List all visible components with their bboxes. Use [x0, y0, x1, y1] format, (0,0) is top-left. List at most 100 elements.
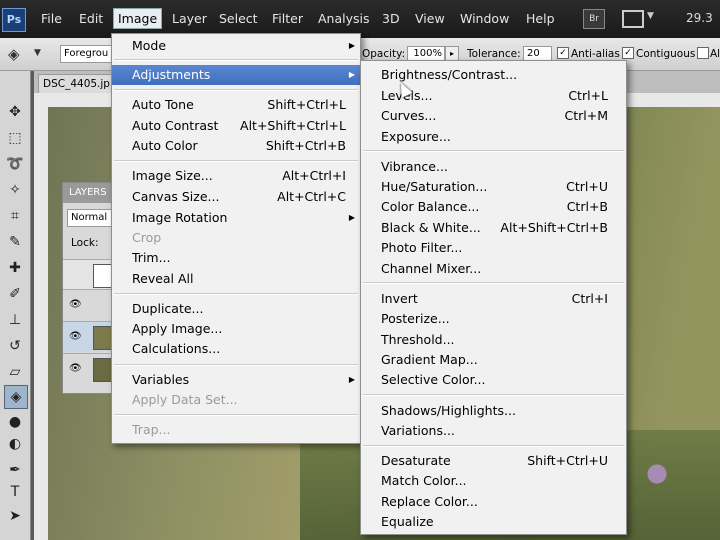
menu-item-exposure[interactable]: Exposure...	[361, 127, 626, 147]
eye-icon[interactable]: 👁	[69, 363, 82, 374]
menu-item-label: Apply Data Set...	[132, 392, 238, 407]
menu-view[interactable]: View	[415, 11, 445, 26]
menu-separator	[114, 364, 358, 366]
pen-tool-icon[interactable]: ✒	[4, 459, 26, 481]
menu-item-desaturate[interactable]: Desaturate Shift+Ctrl+U	[361, 451, 626, 471]
menu-3d[interactable]: 3D	[382, 11, 400, 26]
menu-select[interactable]: Select	[219, 11, 258, 26]
menu-item-photo-filter[interactable]: Photo Filter...	[361, 238, 626, 258]
menu-item-replace-color[interactable]: Replace Color...	[361, 492, 626, 512]
menu-item-apply-data-set: Apply Data Set...	[112, 390, 360, 410]
menu-item-invert[interactable]: Invert Ctrl+I	[361, 289, 626, 309]
paint-bucket-icon[interactable]: ◈	[8, 45, 28, 63]
menu-analysis[interactable]: Analysis	[318, 11, 370, 26]
menu-item-label: Variables	[132, 372, 190, 387]
menu-item-color-balance[interactable]: Color Balance... Ctrl+B	[361, 197, 626, 217]
menu-item-posterize[interactable]: Posterize...	[361, 309, 626, 329]
menu-window[interactable]: Window	[460, 11, 509, 26]
menu-item-shortcut: Ctrl+U	[566, 179, 608, 194]
menu-separator	[114, 293, 358, 295]
eye-icon[interactable]: 👁	[69, 299, 82, 310]
menu-item-canvas-size[interactable]: Canvas Size... Alt+Ctrl+C	[112, 187, 360, 207]
menu-item-equalize[interactable]: Equalize	[361, 512, 626, 532]
menu-item-shortcut: Ctrl+L	[568, 88, 608, 103]
submenu-arrow-icon: ▶	[348, 41, 355, 50]
clone-stamp-icon[interactable]: ⊥	[4, 309, 26, 331]
menu-filter[interactable]: Filter	[272, 11, 303, 26]
menu-item-channel-mixer[interactable]: Channel Mixer...	[361, 259, 626, 279]
menu-item-selective-color[interactable]: Selective Color...	[361, 370, 626, 390]
zoom-readout[interactable]: 29.3	[686, 11, 713, 25]
eye-icon[interactable]: 👁	[69, 331, 82, 342]
marquee-tool-icon[interactable]: ⬚	[4, 127, 26, 149]
menu-help[interactable]: Help	[526, 11, 555, 26]
menu-item-auto-contrast[interactable]: Auto Contrast Alt+Shift+Ctrl+L	[112, 116, 360, 136]
menu-separator	[114, 160, 358, 162]
menu-item-apply-image[interactable]: Apply Image...	[112, 319, 360, 339]
menu-item-trap: Trap...	[112, 420, 360, 440]
eyedropper-icon[interactable]: ✎	[4, 231, 26, 253]
menu-item-image-size[interactable]: Image Size... Alt+Ctrl+I	[112, 166, 360, 186]
opacity-label: Opacity:	[362, 48, 406, 60]
menu-item-shortcut: Shift+Ctrl+L	[267, 97, 346, 112]
contiguous-label: Contiguous	[636, 48, 696, 60]
menu-item-label: Selective Color...	[381, 372, 486, 387]
menu-item-curves[interactable]: Curves... Ctrl+M	[361, 106, 626, 126]
menu-item-label: Threshold...	[381, 332, 455, 347]
move-tool-icon[interactable]: ✥	[4, 101, 26, 123]
menu-edit[interactable]: Edit	[79, 11, 103, 26]
menu-item-auto-tone[interactable]: Auto Tone Shift+Ctrl+L	[112, 95, 360, 115]
anti-alias-label: Anti-alias	[571, 48, 620, 60]
menu-item-variations[interactable]: Variations...	[361, 421, 626, 441]
menu-item-label: Invert	[381, 291, 418, 306]
bridge-button[interactable]: Br	[583, 9, 605, 29]
dodge-tool-icon[interactable]: ◐	[4, 433, 26, 455]
menu-item-label: Trim...	[132, 250, 171, 265]
paint-bucket-tool-icon[interactable]: ◈	[4, 385, 28, 409]
path-selection-icon[interactable]: ➤	[4, 505, 26, 527]
lasso-tool-icon[interactable]: ➰	[4, 153, 26, 175]
menu-item-hue-saturation[interactable]: Hue/Saturation... Ctrl+U	[361, 177, 626, 197]
fill-source-select[interactable]: Foregrou	[60, 45, 117, 63]
menu-item-label: Mode	[132, 38, 167, 53]
menu-layer[interactable]: Layer	[172, 11, 207, 26]
menu-item-label: Image Rotation	[132, 210, 228, 225]
anti-alias-checkbox[interactable]: ✓	[557, 47, 569, 59]
menu-item-adjustments[interactable]: Adjustments ▶	[112, 65, 360, 85]
menu-item-image-rotation[interactable]: Image Rotation ▶	[112, 208, 360, 228]
menu-item-shortcut: Shift+Ctrl+U	[527, 453, 608, 468]
menu-item-shadows-highlights[interactable]: Shadows/Highlights...	[361, 401, 626, 421]
brush-tool-icon[interactable]: ✐	[4, 283, 26, 305]
menu-item-label: Gradient Map...	[381, 352, 478, 367]
eraser-icon[interactable]: ▱	[4, 361, 26, 383]
healing-brush-icon[interactable]: ✚	[4, 257, 26, 279]
menu-item-calculations[interactable]: Calculations...	[112, 339, 360, 359]
menu-file[interactable]: File	[41, 11, 62, 26]
chevron-down-icon[interactable]: ▼	[34, 48, 41, 58]
menu-image[interactable]: Image	[113, 8, 163, 29]
menu-item-black-white[interactable]: Black & White... Alt+Shift+Ctrl+B	[361, 218, 626, 238]
menu-item-trim[interactable]: Trim...	[112, 248, 360, 268]
document-tab[interactable]: DSC_4405.jp	[38, 74, 114, 94]
menu-item-variables[interactable]: Variables ▶	[112, 370, 360, 390]
menu-item-duplicate[interactable]: Duplicate...	[112, 299, 360, 319]
all-layers-checkbox[interactable]	[697, 47, 709, 59]
menu-item-threshold[interactable]: Threshold...	[361, 330, 626, 350]
chevron-down-icon[interactable]: ▼	[647, 11, 654, 21]
menu-item-auto-color[interactable]: Auto Color Shift+Ctrl+B	[112, 136, 360, 156]
history-brush-icon[interactable]: ↺	[4, 335, 26, 357]
menu-item-gradient-map[interactable]: Gradient Map...	[361, 350, 626, 370]
menu-item-reveal-all[interactable]: Reveal All	[112, 269, 360, 289]
menu-item-label: Adjustments	[132, 67, 211, 82]
menu-item-shortcut: Alt+Shift+Ctrl+L	[240, 118, 346, 133]
crop-tool-icon[interactable]: ⌗	[4, 205, 26, 227]
magic-wand-icon[interactable]: ✧	[4, 179, 26, 201]
blur-tool-icon[interactable]: ●	[4, 411, 26, 433]
screen-mode-icon[interactable]	[622, 10, 644, 28]
contiguous-checkbox[interactable]: ✓	[622, 47, 634, 59]
menu-item-vibrance[interactable]: Vibrance...	[361, 157, 626, 177]
type-tool-icon[interactable]: T	[4, 481, 26, 503]
menu-item-mode[interactable]: Mode ▶	[112, 36, 360, 56]
menu-item-match-color[interactable]: Match Color...	[361, 471, 626, 491]
adjustments-submenu: Brightness/Contrast... Levels... Ctrl+L …	[360, 60, 627, 535]
